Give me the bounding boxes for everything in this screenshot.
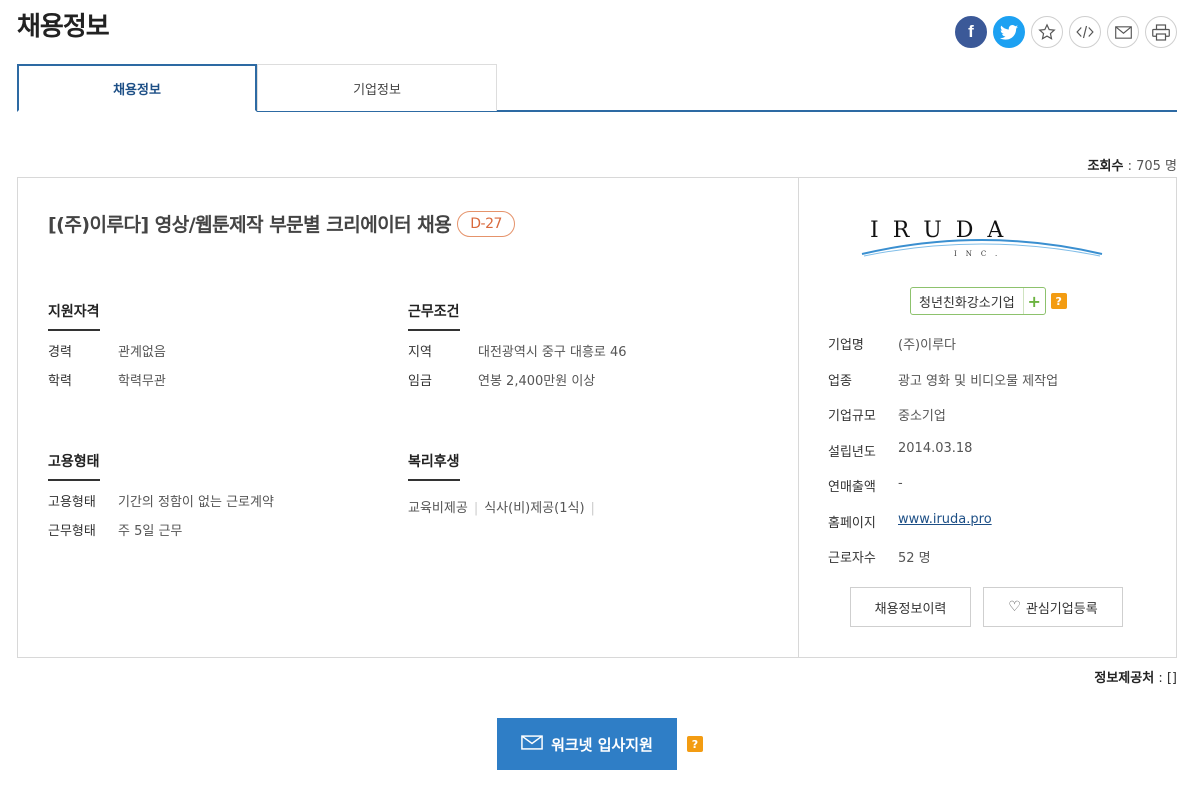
company-row: 근로자수 52 명 [828, 547, 1058, 583]
employment-row: 근무형태 주 5일 근무 [48, 520, 274, 539]
company-row: 홈페이지 www.iruda.pro [828, 512, 1058, 548]
row-key: 홈페이지 [828, 515, 876, 531]
company-row: 설립년도 2014.03.18 [828, 441, 1058, 477]
row-value: 기간의 정함이 없는 근로계약 [118, 495, 274, 510]
mail-icon [521, 734, 543, 754]
section-conditions: 근무조건 지역 대전광역시 중구 대흥로 46 임금 연봉 2,400만원 이상 [408, 301, 627, 389]
job-title: [(주)이루다] 영상/웹툰제작 부문별 크리에이터 채용 D-27 [48, 210, 515, 237]
facebook-icon[interactable]: f [955, 16, 987, 48]
heart-icon: ♡ [1008, 599, 1021, 615]
row-key: 학력 [48, 374, 72, 389]
company-buttons: 채용정보이력 ♡ 관심기업등록 [850, 587, 1123, 627]
view-count-value: 705 명 [1136, 159, 1177, 174]
worknet-apply-button[interactable]: 워크넷 입사지원 [497, 718, 677, 770]
mail-icon[interactable] [1107, 16, 1139, 48]
row-value: - [898, 476, 903, 491]
section-qualification: 지원자격 경력 관계없음 학력 학력무관 [48, 301, 166, 389]
row-key: 설립년도 [828, 444, 876, 460]
facebook-label: f [968, 22, 974, 41]
info-source: 정보제공처 : [] [1094, 667, 1177, 686]
code-icon[interactable] [1069, 16, 1101, 48]
qualification-row: 학력 학력무관 [48, 370, 166, 389]
logo-letters: IRUDA [870, 218, 1018, 243]
twitter-icon[interactable] [993, 16, 1025, 48]
row-value: 중소기업 [898, 409, 946, 424]
company-logo: IRUDA INC. [842, 218, 1122, 263]
row-value: 대전광역시 중구 대흥로 46 [478, 345, 627, 360]
page-title: 채용정보 [17, 12, 110, 42]
info-source-sep: : [1154, 671, 1167, 686]
section-title: 근무조건 [408, 301, 460, 331]
welfare-separator: | [590, 501, 595, 516]
homepage-link[interactable]: www.iruda.pro [898, 512, 992, 548]
welfare-item: 교육비제공 [408, 501, 468, 516]
section-welfare: 복리후생 교육비제공 | 식사(비)제공(1식) | [408, 451, 601, 516]
company-row: 기업명 (주)이루다 [828, 334, 1058, 370]
conditions-row: 지역 대전광역시 중구 대흥로 46 [408, 341, 627, 360]
row-value: (주)이루다 [898, 338, 956, 353]
section-title: 지원자격 [48, 301, 100, 331]
tab-company-info[interactable]: 기업정보 [257, 64, 497, 111]
card-divider [798, 178, 799, 657]
employment-row: 고용형태 기간의 정함이 없는 근로계약 [48, 491, 274, 510]
share-toolbar: f [955, 16, 1177, 48]
row-value: 광고 영화 및 비디오물 제작업 [898, 373, 1059, 389]
conditions-row: 임금 연봉 2,400만원 이상 [408, 370, 627, 389]
tab-job-info[interactable]: 채용정보 [17, 64, 257, 112]
apply-area: 워크넷 입사지원 ? [497, 718, 703, 770]
view-count-label: 조회수 [1087, 159, 1124, 174]
badge-label: 청년친화강소기업 [919, 295, 1015, 311]
dday-badge: D-27 [457, 210, 515, 237]
row-value: 2014.03.18 [898, 440, 973, 456]
row-key: 임금 [408, 374, 432, 389]
info-source-value: [] [1166, 671, 1177, 686]
row-key: 기업명 [828, 338, 864, 353]
apply-label: 워크넷 입사지원 [551, 735, 653, 754]
row-key: 경력 [48, 345, 72, 360]
row-key: 지역 [408, 345, 432, 360]
row-key: 근로자수 [828, 551, 876, 566]
row-value: 주 5일 근무 [118, 524, 183, 539]
section-employment: 고용형태 고용형태 기간의 정함이 없는 근로계약 근무형태 주 5일 근무 [48, 451, 274, 539]
favorite-company-button[interactable]: ♡ 관심기업등록 [983, 587, 1123, 627]
job-history-button[interactable]: 채용정보이력 [850, 587, 971, 627]
view-count: 조회수 : 705 명 [1088, 155, 1177, 174]
row-value: 관계없음 [118, 345, 166, 360]
tab-bar: 채용정보 기업정보 [17, 64, 1177, 112]
welfare-list: 교육비제공 | 식사(비)제공(1식) | [408, 497, 601, 516]
badge[interactable]: 청년친화강소기업 + [910, 287, 1046, 315]
logo-inc: INC. [954, 250, 1007, 258]
row-value: 연봉 2,400만원 이상 [478, 374, 596, 389]
company-row: 기업규모 중소기업 [828, 405, 1058, 441]
row-value: 학력무관 [118, 374, 166, 389]
youth-friendly-badge: 청년친화강소기업 + ? [910, 287, 1067, 315]
row-key: 연매출액 [828, 480, 876, 495]
view-count-sep: : [1123, 159, 1137, 174]
info-source-label: 정보제공처 [1094, 671, 1155, 686]
section-title: 복리후생 [408, 451, 460, 481]
qualification-row: 경력 관계없음 [48, 341, 166, 360]
favorite-company-label: 관심기업등록 [1025, 601, 1098, 617]
welfare-item: 식사(비)제공(1식) [484, 501, 585, 516]
row-value: 52 명 [898, 551, 931, 566]
print-icon[interactable] [1145, 16, 1177, 48]
row-key: 업종 [828, 373, 852, 389]
section-title: 고용형태 [48, 451, 100, 481]
help-icon[interactable]: ? [687, 736, 703, 752]
plus-icon[interactable]: + [1022, 288, 1045, 314]
company-row: 업종 광고 영화 및 비디오물 제작업 [828, 370, 1058, 406]
star-icon[interactable] [1031, 16, 1063, 48]
job-title-text: [(주)이루다] 영상/웹툰제작 부문별 크리에이터 채용 [48, 214, 452, 236]
welfare-separator: | [473, 501, 479, 516]
row-key: 고용형태 [48, 495, 96, 510]
company-info: 기업명 (주)이루다 업종 광고 영화 및 비디오물 제작업 기업규모 중소기업 설립… [828, 334, 1058, 583]
row-key: 기업규모 [828, 409, 876, 424]
company-row: 연매출액 - [828, 476, 1058, 512]
row-key: 근무형태 [48, 524, 96, 539]
help-icon[interactable]: ? [1050, 293, 1067, 309]
